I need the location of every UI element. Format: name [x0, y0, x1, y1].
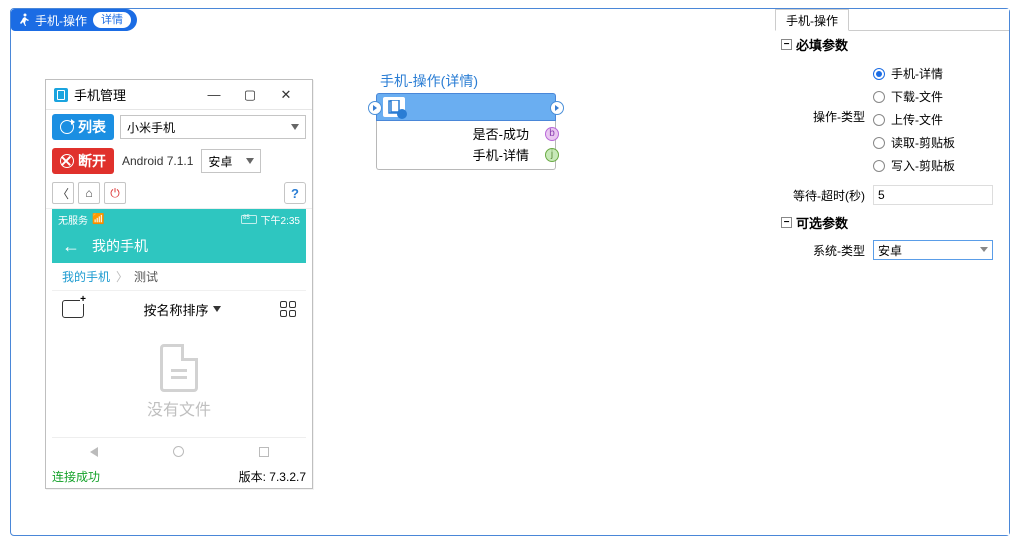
window-title: 手机管理 — [74, 85, 126, 104]
document-icon — [160, 344, 198, 392]
page-header: 手机-操作 详情 — [11, 9, 137, 31]
new-folder-icon[interactable] — [62, 300, 84, 318]
node-icon — [383, 97, 405, 117]
operation-type-radiogroup: 手机-详情下载-文件上传-文件读取-剪贴板写入-剪贴板 — [873, 62, 1001, 177]
output-pin-json[interactable]: j — [545, 148, 559, 162]
minimize-button[interactable]: — — [196, 83, 232, 107]
refresh-icon — [60, 120, 74, 134]
radio-option[interactable]: 写入-剪贴板 — [873, 154, 1001, 177]
stop-icon — [60, 154, 74, 168]
breadcrumb[interactable]: 我的手机 〉 测试 — [52, 263, 306, 291]
chevron-down-icon — [246, 158, 254, 164]
nav-back-icon[interactable] — [90, 447, 98, 457]
nav-home-icon[interactable] — [173, 446, 184, 457]
maximize-button[interactable]: ▢ — [232, 83, 268, 107]
param-label-wait-timeout: 等待-超时(秒) — [783, 185, 873, 204]
empty-state: 没有文件 — [52, 327, 306, 437]
nav-home-button[interactable]: ⌂ — [78, 182, 100, 204]
collapse-icon[interactable]: − — [781, 39, 792, 50]
close-button[interactable]: ✕ — [268, 83, 304, 107]
collapse-icon[interactable]: − — [781, 217, 792, 228]
phone-manager-window: 手机管理 — ▢ ✕ 列表 小米手机 — [45, 79, 313, 489]
radio-icon — [873, 137, 885, 149]
battery-icon — [241, 215, 257, 224]
node-output-row: 是否-成功 b — [383, 123, 549, 144]
help-button[interactable]: ? — [284, 182, 306, 204]
node-output-row: 手机-详情 j — [383, 144, 549, 165]
os-version-label: Android 7.1.1 — [120, 154, 195, 168]
os-dropdown[interactable]: 安卓 — [201, 149, 261, 173]
list-button[interactable]: 列表 — [52, 114, 114, 140]
radio-icon — [873, 91, 885, 103]
radio-option[interactable]: 下载-文件 — [873, 85, 1001, 108]
chevron-down-icon — [291, 124, 299, 130]
system-type-select[interactable]: 安卓 — [873, 240, 993, 260]
param-label-operation-type: 操作-类型 — [783, 62, 873, 125]
connection-status: 连接成功 — [52, 468, 100, 485]
chevron-down-icon — [980, 247, 988, 252]
nav-back-button[interactable]: 〈 — [52, 182, 74, 204]
radio-option[interactable]: 手机-详情 — [873, 62, 1001, 85]
gear-icon — [397, 109, 407, 119]
section-required[interactable]: − 必填参数 — [775, 31, 1009, 58]
phone-app-header: ← 我的手机 — [52, 229, 306, 263]
chevron-down-icon — [213, 306, 221, 312]
radio-icon — [873, 160, 885, 172]
output-port[interactable] — [550, 101, 564, 115]
android-nav-bar — [52, 437, 306, 465]
version-info: 版本: 7.3.2.7 — [239, 468, 306, 485]
properties-panel: 手机-操作 − 必填参数 操作-类型 手机-详情下载-文件上传-文件读取-剪贴板… — [775, 9, 1009, 535]
chevron-right-icon: 〉 — [116, 268, 128, 285]
node-header[interactable] — [376, 93, 556, 121]
radio-option[interactable]: 读取-剪贴板 — [873, 131, 1001, 154]
header-title: 手机-操作 — [35, 12, 87, 29]
grid-view-icon[interactable] — [280, 301, 296, 317]
radio-icon — [873, 114, 885, 126]
section-optional[interactable]: − 可选参数 — [775, 209, 1009, 236]
person-walk-icon — [17, 13, 31, 27]
disconnect-button[interactable]: 断开 — [52, 148, 114, 174]
param-label-system-type: 系统-类型 — [783, 240, 873, 259]
nav-power-button[interactable]: ⏻ — [104, 182, 126, 204]
node-body: 是否-成功 b 手机-详情 j — [376, 121, 556, 170]
window-titlebar[interactable]: 手机管理 — ▢ ✕ — [46, 80, 312, 110]
window-footer: 连接成功 版本: 7.3.2.7 — [46, 465, 312, 488]
radio-option[interactable]: 上传-文件 — [873, 108, 1001, 131]
wait-timeout-input[interactable]: 5 — [873, 185, 993, 205]
back-arrow-icon[interactable]: ← — [62, 236, 80, 257]
sort-dropdown[interactable]: 按名称排序 — [143, 300, 220, 319]
phone-screen: 无服务 📶 下午2:35 ← 我的手机 我的手机 〉 测试 — [46, 209, 312, 465]
panel-tab[interactable]: 手机-操作 — [775, 9, 849, 31]
device-dropdown[interactable]: 小米手机 — [120, 115, 306, 139]
output-pin-bool[interactable]: b — [545, 127, 559, 141]
app-icon — [54, 88, 68, 102]
detail-badge: 详情 — [93, 12, 131, 28]
nav-recent-icon[interactable] — [259, 447, 269, 457]
flow-node[interactable]: 手机-操作(详情) 是否-成功 b 手机-详情 j — [376, 69, 556, 170]
radio-icon — [873, 68, 885, 80]
node-title: 手机-操作(详情) — [376, 69, 556, 93]
phone-status-bar: 无服务 📶 下午2:35 — [52, 209, 306, 229]
input-port[interactable] — [368, 101, 382, 115]
